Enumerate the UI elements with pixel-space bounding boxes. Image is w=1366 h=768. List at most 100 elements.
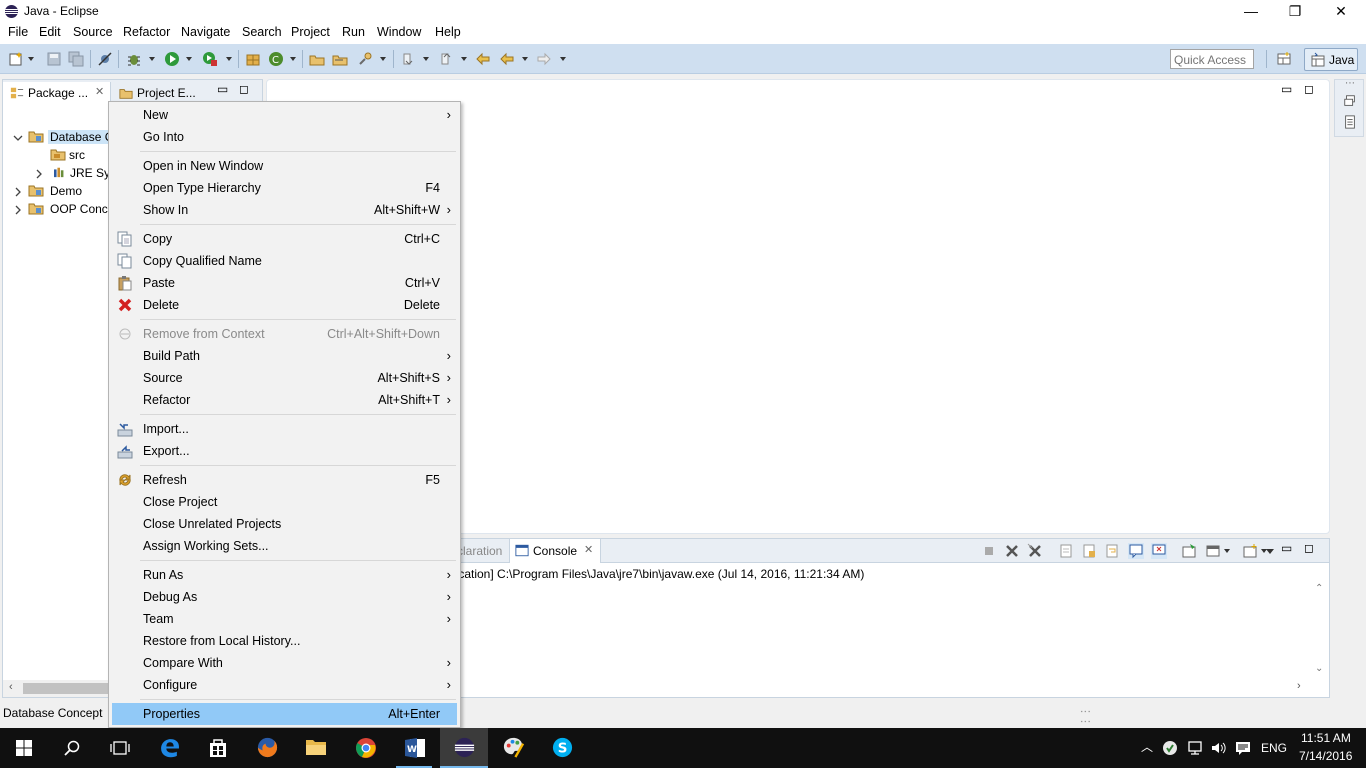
quick-access-input[interactable]: [1170, 49, 1254, 69]
menu-item-copy-qualified-name[interactable]: Copy Qualified Name: [112, 250, 457, 272]
menu-file[interactable]: File: [8, 25, 28, 39]
run-icon[interactable]: [164, 51, 180, 67]
maximize-button[interactable]: ❐: [1272, 0, 1318, 22]
java-perspective-button[interactable]: Java: [1304, 48, 1358, 71]
restore-icon[interactable]: [1343, 94, 1357, 108]
paint-button[interactable]: [489, 728, 537, 768]
new-java-class-icon[interactable]: C: [268, 51, 284, 67]
collapsed-twisty-icon[interactable]: [34, 169, 44, 179]
console-minimize-icon[interactable]: ▭: [1281, 541, 1292, 555]
menu-item-source[interactable]: Source Alt+Shift+S ›: [112, 367, 457, 389]
open-perspective-icon[interactable]: [1276, 51, 1292, 67]
search-button[interactable]: [48, 728, 96, 768]
show-hidden-icons-icon[interactable]: ︿: [1141, 738, 1153, 755]
word-button[interactable]: W: [390, 728, 438, 768]
last-edit-location-icon[interactable]: [475, 51, 491, 67]
view-minimize-icon[interactable]: ▭: [217, 82, 228, 96]
search-tool-icon[interactable]: [357, 51, 373, 67]
menu-item-paste[interactable]: Paste Ctrl+V: [112, 272, 457, 294]
trim-menu-icon[interactable]: ⋯: [1345, 78, 1355, 89]
tree-item-src[interactable]: src: [11, 147, 111, 165]
menu-item-close-unrelated-projects[interactable]: Close Unrelated Projects: [112, 513, 457, 535]
tab-console[interactable]: Console ✕: [509, 539, 601, 563]
view-menu-icon[interactable]: [1266, 549, 1274, 554]
network-icon[interactable]: [1187, 740, 1203, 756]
menu-item-debug-as[interactable]: Debug As ›: [112, 586, 457, 608]
menu-item-refresh[interactable]: Refresh F5: [112, 469, 457, 491]
menu-item-assign-working-sets[interactable]: Assign Working Sets...: [112, 535, 457, 557]
menu-item-open-type-hierarchy[interactable]: Open Type Hierarchy F4: [112, 177, 457, 199]
menu-item-configure[interactable]: Configure ›: [112, 674, 457, 696]
edge-button[interactable]: [145, 728, 193, 768]
menu-search[interactable]: Search: [242, 25, 282, 39]
tab-close-icon[interactable]: ✕: [584, 543, 593, 556]
menu-item-close-project[interactable]: Close Project: [112, 491, 457, 513]
menu-navigate[interactable]: Navigate: [181, 25, 230, 39]
editor-minimize-icon[interactable]: ▭: [1281, 82, 1292, 96]
menu-run[interactable]: Run: [342, 25, 365, 39]
clear-console-icon[interactable]: [1058, 543, 1074, 559]
menu-item-new[interactable]: New ›: [112, 104, 457, 126]
menu-edit[interactable]: Edit: [39, 25, 61, 39]
antivirus-icon[interactable]: [1162, 740, 1178, 756]
new-icon[interactable]: [8, 51, 24, 67]
previous-annotation-dropdown-icon[interactable]: [461, 57, 467, 61]
tab-package-explorer[interactable]: Package ... ✕: [3, 82, 111, 104]
volume-icon[interactable]: [1210, 740, 1226, 756]
expanded-twisty-icon[interactable]: [13, 133, 23, 143]
scroll-up-icon[interactable]: ⌃: [1315, 583, 1323, 594]
menu-window[interactable]: Window: [377, 25, 421, 39]
show-console-output-icon[interactable]: [1128, 543, 1144, 559]
tree-item-jre[interactable]: JRE Syst: [11, 165, 111, 183]
scroll-down-icon[interactable]: ⌄: [1315, 663, 1323, 674]
console-vertical-scrollbar[interactable]: ⌃ ⌄: [1311, 583, 1329, 677]
display-console-dropdown-icon[interactable]: [1224, 549, 1230, 553]
scroll-left-icon[interactable]: ‹: [9, 681, 13, 693]
menu-item-build-path[interactable]: Build Path ›: [112, 345, 457, 367]
menu-item-refactor[interactable]: Refactor Alt+Shift+T ›: [112, 389, 457, 411]
remove-all-terminated-icon[interactable]: [1027, 543, 1043, 559]
previous-annotation-icon[interactable]: [438, 51, 454, 67]
next-annotation-dropdown-icon[interactable]: [423, 57, 429, 61]
collapsed-twisty-icon[interactable]: [13, 205, 23, 215]
scroll-right-icon[interactable]: ›: [1297, 680, 1301, 692]
tree-item-database-concept[interactable]: Database C: [11, 129, 116, 147]
word-wrap-icon[interactable]: [1104, 543, 1120, 559]
menu-help[interactable]: Help: [435, 25, 461, 39]
file-explorer-button[interactable]: [292, 728, 340, 768]
menu-item-import[interactable]: Import...: [112, 418, 457, 440]
console-maximize-icon[interactable]: ◻: [1304, 541, 1314, 555]
menu-item-open-in-new-window[interactable]: Open in New Window: [112, 155, 457, 177]
menu-item-restore-from-local-history[interactable]: Restore from Local History...: [112, 630, 457, 652]
open-console-icon[interactable]: [1242, 543, 1258, 559]
chrome-button[interactable]: [341, 728, 389, 768]
clock-date[interactable]: 7/14/2016: [1299, 749, 1352, 763]
menu-item-export[interactable]: Export...: [112, 440, 457, 462]
new-class-dropdown-icon[interactable]: [290, 57, 296, 61]
terminate-icon[interactable]: [981, 543, 997, 559]
firefox-button[interactable]: [243, 728, 291, 768]
menu-item-run-as[interactable]: Run As ›: [112, 564, 457, 586]
open-task-icon[interactable]: [332, 51, 348, 67]
editor-maximize-icon[interactable]: ◻: [1304, 82, 1314, 96]
menu-source[interactable]: Source: [73, 25, 113, 39]
collapsed-twisty-icon[interactable]: [13, 187, 23, 197]
display-selected-console-icon[interactable]: [1205, 543, 1221, 559]
tab-close-icon[interactable]: ✕: [95, 85, 104, 98]
menu-project[interactable]: Project: [291, 25, 330, 39]
save-icon[interactable]: [46, 51, 62, 67]
back-dropdown-icon[interactable]: [522, 57, 528, 61]
menu-item-properties[interactable]: Properties Alt+Enter: [112, 703, 457, 725]
show-console-error-icon[interactable]: [1151, 543, 1167, 559]
menu-item-go-into[interactable]: Go Into: [112, 126, 457, 148]
debug-dropdown-icon[interactable]: [149, 57, 155, 61]
external-dropdown-icon[interactable]: [226, 57, 232, 61]
scroll-lock-icon[interactable]: [1081, 543, 1097, 559]
task-view-button[interactable]: [96, 728, 144, 768]
menu-item-show-in[interactable]: Show In Alt+Shift+W ›: [112, 199, 457, 221]
run-external-tool-icon[interactable]: [202, 51, 218, 67]
open-type-icon[interactable]: [309, 51, 325, 67]
menu-item-copy[interactable]: Copy Ctrl+C: [112, 228, 457, 250]
run-dropdown-icon[interactable]: [186, 57, 192, 61]
new-java-package-icon[interactable]: [245, 51, 261, 67]
